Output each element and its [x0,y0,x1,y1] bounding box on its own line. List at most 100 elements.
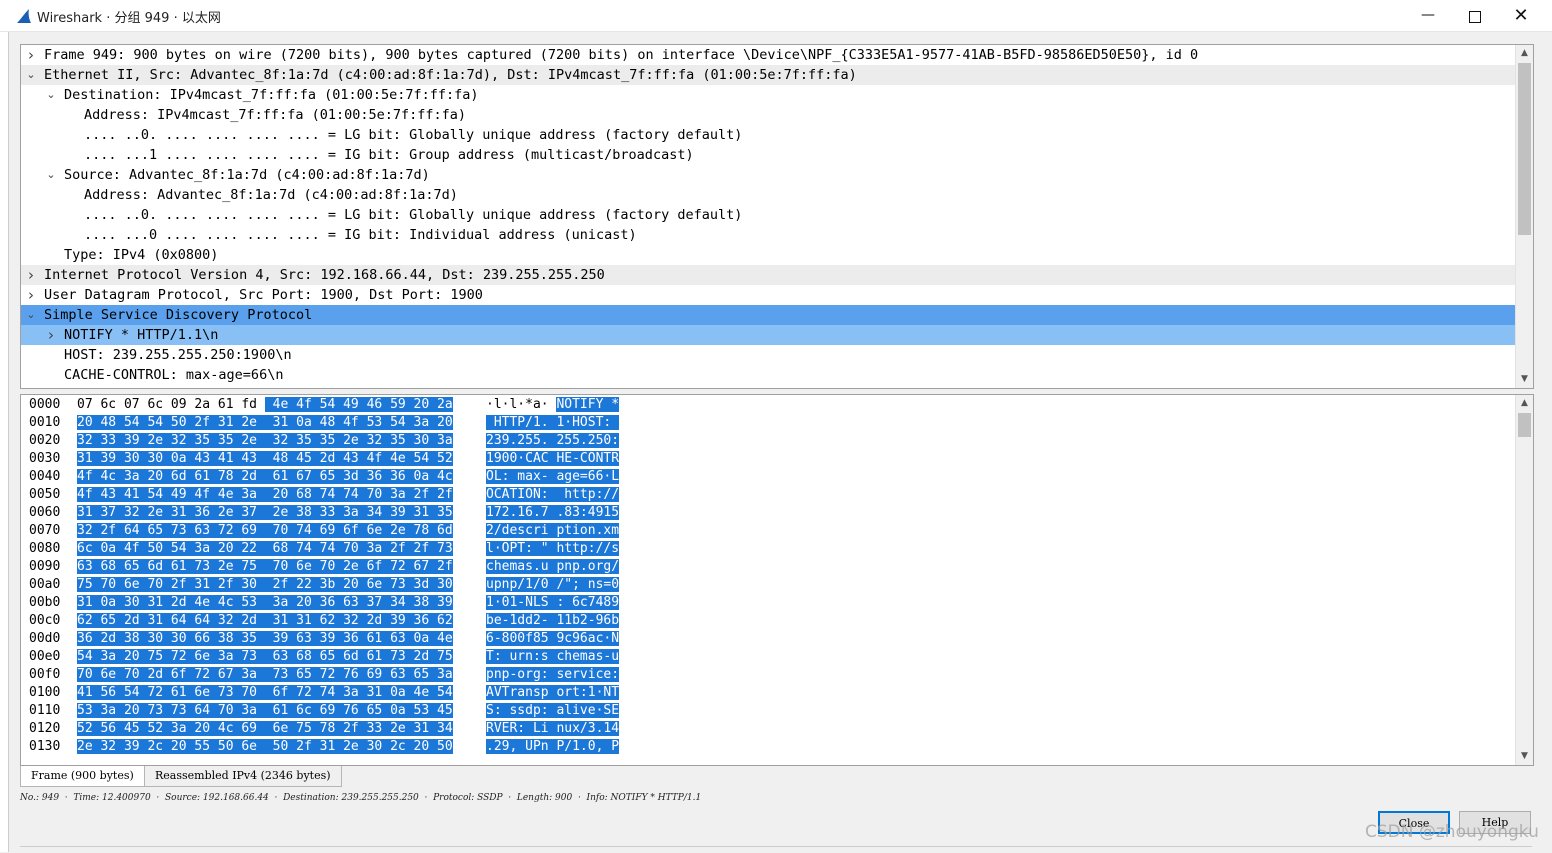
hex-bytes[interactable]: 4f 4c 3a 20 6d 61 78 2d 61 67 65 3d 36 3… [77,468,453,486]
tree-row-label: Type: IPv4 (0x0800) [64,247,219,263]
collapsed-chevron-icon[interactable]: › [45,325,57,345]
tree-row-label: .... ...0 .... .... .... .... = IG bit: … [84,227,637,243]
collapsed-chevron-icon[interactable]: › [25,285,37,305]
hex-offset: 00f0 [29,667,61,682]
tree-row[interactable]: › User Datagram Protocol, Src Port: 1900,… [21,285,1515,305]
tree-row[interactable]: CACHE-CONTROL: max-age=66\n [21,365,1515,385]
close-window-button[interactable]: ✕ [1498,0,1544,31]
hex-bytes[interactable]: 75 70 6e 70 2f 31 2f 30 2f 22 3b 20 6e 7… [77,576,453,594]
tree-row[interactable]: .... ...1 .... .... .... .... = IG bit: … [21,145,1515,165]
tree-scroll-thumb[interactable] [1518,63,1531,235]
tree-row[interactable]: ⌄ Source: Advantec_8f:1a:7d (c4:00:ad:8f:… [21,165,1515,185]
ascii-bytes[interactable]: OL: max- age=66·L [486,468,620,486]
tree-row[interactable]: ⌄ Destination: IPv4mcast_7f:ff:fa (01:00:… [21,85,1515,105]
ascii-bytes[interactable]: 1·01-NLS : 6c7489 [486,594,620,612]
hex-bytes[interactable]: 70 6e 70 2d 6f 72 67 3a 73 65 72 76 69 6… [77,666,453,684]
tree-row[interactable]: .... ...0 .... .... .... .... = IG bit: … [21,225,1515,245]
bytes-scroll-thumb[interactable] [1518,413,1531,437]
tree-row[interactable]: HOST: 239.255.255.250:1900\n [21,345,1515,365]
hex-bytes[interactable]: 41 56 54 72 61 6e 73 70 6f 72 74 3a 31 0… [77,684,453,702]
ascii-bytes[interactable]: S: ssdp: alive·SE [486,702,620,720]
ascii-bytes[interactable]: OCATION: http:// [486,486,620,504]
tab-reassembled-ipv4[interactable]: Reassembled IPv4 (2346 bytes) [144,766,342,787]
hex-bytes[interactable]: 54 3a 20 75 72 6e 3a 73 63 68 65 6d 61 7… [77,648,453,666]
ascii-bytes[interactable]: AVTransp ort:1·NT [486,684,620,702]
tree-row-label: Address: Advantec_8f:1a:7d (c4:00:ad:8f:… [84,187,458,203]
ascii-bytes[interactable]: HTTP/1. 1·HOST: [486,414,620,432]
ascii-bytes[interactable]: T: urn:s chemas-u [486,648,620,666]
hex-offset: 0060 [29,505,61,520]
ascii-bytes[interactable]: be-1dd2- 11b2-96b [486,612,620,630]
hex-offset: 0050 [29,487,61,502]
ascii-bytes[interactable]: upnp/1/0 /"; ns=0 [486,576,620,594]
hex-bytes[interactable]: 32 2f 64 65 73 63 72 69 70 74 69 6f 6e 2… [77,522,453,540]
ascii-bytes[interactable]: 239.255. 255.250: [486,432,620,450]
hex-bytes[interactable]: 32 33 39 2e 32 35 35 2e 32 35 35 2e 32 3… [77,432,453,450]
scroll-down-icon[interactable]: ▼ [1516,371,1533,388]
ascii-bytes[interactable]: .29, UPn P/1.0, P [486,738,620,756]
tree-row-label: Simple Service Discovery Protocol [44,307,313,323]
tree-row[interactable]: Address: IPv4mcast_7f:ff:fa (01:00:5e:7f… [21,105,1515,125]
hex-bytes[interactable]: 31 0a 30 31 2d 4e 4c 53 3a 20 36 63 37 3… [77,594,453,612]
ascii-bytes[interactable]: chemas.u pnp.org/ [486,558,620,576]
packet-detail-tree[interactable]: › Frame 949: 900 bytes on wire (7200 bits… [20,44,1534,389]
packet-bytes-pane[interactable]: 0000 07 6c 07 6c 09 2a 61 fd 4e 4f 54 49 … [20,394,1534,766]
hex-bytes[interactable]: 4f 43 41 54 49 4f 4e 3a 20 68 74 74 70 3… [77,486,453,504]
ascii-bytes[interactable]: l·OPT: " http://s [486,540,620,558]
scroll-down-icon[interactable]: ▼ [1516,748,1533,765]
ascii-bytes[interactable]: RVER: Li nux/3.14 [486,720,620,738]
ascii-bytes[interactable]: 2/descri ption.xm [486,522,620,540]
tree-scrollbar[interactable]: ▲ ▼ [1515,45,1533,388]
minimize-button[interactable]: — [1405,0,1451,31]
scroll-up-icon[interactable]: ▲ [1516,45,1533,62]
expanded-chevron-icon[interactable]: ⌄ [25,65,37,85]
tree-row-label: NOTIFY * HTTP/1.1\n [64,327,219,343]
ascii-bytes[interactable]: 6-800f85 9c96ac·N [486,630,620,648]
expanded-chevron-icon[interactable]: ⌄ [25,305,37,325]
hex-bytes[interactable]: 6c 0a 4f 50 54 3a 20 22 68 74 74 70 3a 2… [77,540,453,558]
hex-offset: 00d0 [29,631,61,646]
tree-row[interactable]: › Internet Protocol Version 4, Src: 192.1… [21,265,1515,285]
ascii-bytes[interactable]: pnp-org: service: [486,666,620,684]
expanded-chevron-icon[interactable]: ⌄ [45,85,57,105]
tree-row-label: .... ..0. .... .... .... .... = LG bit: … [84,207,743,223]
tree-row-label: Address: IPv4mcast_7f:ff:fa (01:00:5e:7f… [84,107,467,123]
ascii-bytes[interactable]: 172.16.7 .83:4915 [486,504,620,522]
hex-bytes[interactable]: 07 6c 07 6c 09 2a 61 fd 4e 4f 54 49 46 5… [77,396,453,414]
collapsed-chevron-icon[interactable]: › [25,45,37,65]
bytes-scrollbar[interactable]: ▲ ▼ [1515,395,1533,765]
tree-row[interactable]: Type: IPv4 (0x0800) [21,245,1515,265]
tree-row[interactable]: .... ..0. .... .... .... .... = LG bit: … [21,205,1515,225]
tree-row-label: .... ..0. .... .... .... .... = LG bit: … [84,127,743,143]
ascii-bytes[interactable]: ·l·l·*a· NOTIFY * [486,396,620,414]
hex-bytes[interactable]: 20 48 54 54 50 2f 31 2e 31 0a 48 4f 53 5… [77,414,453,432]
background-window-edge [0,32,9,852]
title-bar: Wireshark · 分组 949 · 以太网 — ✕ [0,0,1552,32]
maximize-button[interactable] [1452,0,1498,31]
hex-offset: 00e0 [29,649,61,664]
ascii-bytes[interactable]: 1900·CAC HE-CONTR [486,450,620,468]
tree-row[interactable]: .... ..0. .... .... .... .... = LG bit: … [21,125,1515,145]
tree-row[interactable]: ⌄ Ethernet II, Src: Advantec_8f:1a:7d (c4… [21,65,1515,85]
window-title: Wireshark · 分组 949 · 以太网 [37,11,221,26]
hex-bytes[interactable]: 31 37 32 2e 31 36 2e 37 2e 38 33 3a 34 3… [77,504,453,522]
tree-row[interactable]: Address: Advantec_8f:1a:7d (c4:00:ad:8f:… [21,185,1515,205]
hex-bytes[interactable]: 63 68 65 6d 61 73 2e 75 70 6e 70 2e 6f 7… [77,558,453,576]
tree-row[interactable]: ⌄ Simple Service Discovery Protocol [21,305,1515,325]
hex-bytes[interactable]: 2e 32 39 2c 20 55 50 6e 50 2f 31 2e 30 2… [77,738,453,756]
tree-row[interactable]: › NOTIFY * HTTP/1.1\n [21,325,1515,345]
hex-offset: 0080 [29,541,61,556]
tree-row-label: HOST: 239.255.255.250:1900\n [64,347,292,363]
tab-frame-bytes[interactable]: Frame (900 bytes) [20,766,145,787]
scroll-up-icon[interactable]: ▲ [1516,395,1533,412]
expanded-chevron-icon[interactable]: ⌄ [45,165,57,185]
collapsed-chevron-icon[interactable]: › [25,265,37,285]
hex-bytes[interactable]: 52 56 45 52 3a 20 4c 69 6e 75 78 2f 33 2… [77,720,453,738]
hex-bytes[interactable]: 62 65 2d 31 64 64 32 2d 31 31 62 32 2d 3… [77,612,453,630]
hex-offset: 0100 [29,685,61,700]
hex-bytes[interactable]: 31 39 30 30 0a 43 41 43 48 45 2d 43 4f 4… [77,450,453,468]
hex-bytes[interactable]: 53 3a 20 73 73 64 70 3a 61 6c 69 76 65 0… [77,702,453,720]
tree-row[interactable]: › Frame 949: 900 bytes on wire (7200 bits… [21,45,1515,65]
tree-row-label: Internet Protocol Version 4, Src: 192.16… [44,267,605,283]
hex-bytes[interactable]: 36 2d 38 30 30 66 38 35 39 63 39 36 61 6… [77,630,453,648]
